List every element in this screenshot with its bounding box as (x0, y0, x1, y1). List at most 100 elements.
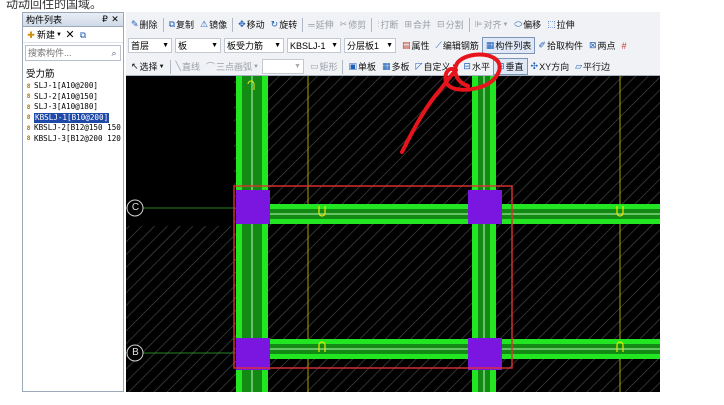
category-value: 板 (178, 41, 188, 51)
arc-button[interactable]: ⌒ 三点画弧 ▼ (203, 58, 262, 75)
edit-rebar-button[interactable]: ⟋ 编辑钢筋 (433, 37, 482, 54)
stretch-button[interactable]: ⬚ 拉伸 (544, 16, 578, 33)
xy-direction-label: XY方向 (539, 62, 570, 72)
vertical-label: 垂直 (505, 62, 524, 72)
layer-select[interactable]: 分层板1 ▼ (344, 38, 396, 53)
pick-component-button[interactable]: ✐ 拾取构件 (535, 37, 586, 54)
type-value: 板受力筋 (227, 41, 264, 51)
line-button[interactable]: ╲ 直线 (173, 58, 203, 75)
pick-component-label: 拾取构件 (546, 41, 583, 51)
canvas-drawing (126, 76, 660, 392)
axis-label-b: B (132, 347, 139, 358)
move-button[interactable]: ✥ 移动 (235, 16, 268, 33)
list-item-label: KBSLJ-3[B12@200 120 (34, 133, 121, 143)
edit-rebar-label: 编辑钢筋 (442, 41, 479, 51)
grid-button[interactable]: # (619, 37, 630, 54)
category-select[interactable]: 板 ▼ (175, 38, 221, 53)
column[interactable] (468, 190, 502, 224)
select-label: 选择 (139, 62, 158, 72)
column[interactable] (236, 190, 270, 224)
custom-label: 自定义 (423, 62, 451, 72)
list-icon: ▦ (485, 40, 495, 50)
horizontal-label: 水平 (471, 62, 490, 72)
offset-button[interactable]: ⬭ 偏移 (511, 16, 544, 33)
rotate-button[interactable]: ↻ 旋转 (268, 16, 301, 33)
close-icon[interactable]: ✕ (110, 14, 120, 25)
column[interactable] (468, 338, 502, 370)
arc-mode-select[interactable]: ▼ (261, 59, 304, 74)
new-label: 新建 (37, 30, 56, 40)
divider (371, 17, 373, 32)
copy-icon[interactable]: ⧉ (78, 30, 88, 40)
delete-icon[interactable]: ✕ (65, 29, 75, 40)
chevron-down-icon: ▼ (451, 63, 458, 70)
break-button[interactable]: ⫶ 打断 (374, 16, 401, 33)
list-item[interactable]: 8 SLJ-2[A10@150] (25, 92, 123, 103)
component-list-button[interactable]: ▦ 构件列表 (481, 37, 536, 54)
divider (468, 17, 470, 32)
divider (169, 59, 171, 74)
multi-slab-button[interactable]: ▦ 多板 (379, 58, 413, 75)
list-item[interactable]: 8 KBSLJ-3[B12@200 120 (25, 134, 123, 145)
floor-select[interactable]: 首层 ▼ (128, 38, 172, 53)
parallel-button[interactable]: ▱ 平行边 (572, 58, 613, 75)
divider (162, 17, 164, 32)
list-item-label: SLJ-1[A10@200] (34, 81, 99, 90)
split-button[interactable]: ⊟ 分割 (434, 16, 467, 33)
vertical-button[interactable]: ⊞ 垂直 (492, 58, 528, 75)
multi-slab-label: 多板 (391, 62, 410, 72)
draw-toolbar: ↖ 选择 ▼ ╲ 直线 ⌒ 三点画弧 ▼ ▼ ▭ 矩形 ▣ 单板 ▦ 多板 ◸ 自定义 ▼ ⊟ 水平 … (126, 57, 660, 76)
copy-icon: ⧉ (168, 19, 175, 29)
delete-icon: ✎ (131, 19, 139, 29)
align-button[interactable]: ⊫ 对齐 ▼ (472, 16, 512, 33)
pin-icon[interactable]: ₽ (100, 14, 110, 25)
trim-label: 修剪 (348, 20, 367, 30)
chevron-down-icon: ▼ (294, 63, 301, 70)
drawing-canvas[interactable]: C B (126, 76, 660, 392)
delete-label: 删除 (139, 20, 158, 30)
xy-direction-button[interactable]: ✣ XY方向 (528, 58, 573, 75)
list-item-selected[interactable]: 8 KBSLJ-1[B10@200] (25, 112, 123, 123)
column[interactable] (236, 338, 270, 370)
copy-button[interactable]: ⧉ 复制 (166, 16, 197, 33)
properties-label: 属性 (411, 41, 430, 51)
search-input[interactable] (26, 46, 108, 60)
component-tree: 8 SLJ-1[A10@200] 8 SLJ-2[A10@150] 8 SLJ-3[A… (23, 81, 123, 144)
single-slab-button[interactable]: ▣ 单板 (345, 58, 379, 75)
search-icon[interactable]: ⌕ (108, 48, 120, 59)
rect-button[interactable]: ▭ 矩形 (307, 58, 341, 75)
merge-button[interactable]: ⊞ 合并 (401, 16, 434, 33)
list-item[interactable]: 8 KBSLJ-2[B12@150 150 (25, 123, 123, 134)
stretch-label: 拉伸 (556, 20, 575, 30)
split-label: 分割 (445, 20, 464, 30)
rebar-icon: ⟋ (435, 40, 442, 50)
extend-button[interactable]: ═ 延伸 (305, 16, 336, 33)
component-value: KBSLJ-1 (290, 40, 326, 51)
delete-button[interactable]: ✎ 删除 (128, 16, 161, 33)
list-item[interactable]: 8 SLJ-1[A10@200] (25, 81, 123, 92)
component-select[interactable]: KBSLJ-1 ▼ (287, 38, 341, 53)
two-points-button[interactable]: ⊠ 两点 (586, 37, 619, 54)
xy-icon: ✣ (530, 61, 539, 71)
properties-button[interactable]: ▤ 属性 (399, 37, 433, 54)
single-slab-icon: ▣ (348, 61, 357, 71)
properties-icon: ▤ (402, 40, 411, 50)
list-item[interactable]: 8 SLJ-3[A10@180] (25, 102, 123, 113)
new-icon: ✚ (27, 29, 35, 40)
extend-label: 延伸 (315, 20, 334, 30)
select-button[interactable]: ↖ 选择 ▼ (128, 58, 168, 75)
merge-label: 合并 (413, 20, 432, 30)
tree-root-label[interactable]: 受力筋 (23, 63, 123, 81)
mirror-icon: ⚠ (200, 19, 209, 29)
stretch-icon: ⬚ (547, 19, 556, 29)
horizontal-button[interactable]: ⊟ 水平 (460, 58, 493, 75)
edit-toolbar: ✎ 删除 ⧉ 复制 ⚠ 镜像 ✥ 移动 ↻ 旋转 ═ 延伸 ✂ 修剪 ⫶ 打断 ⊞ 合并 ⊟ 分割 … (126, 15, 660, 34)
mirror-label: 镜像 (209, 20, 228, 30)
new-button[interactable]: ✚ 新建 ▼ (26, 28, 62, 41)
type-select[interactable]: 板受力筋 ▼ (224, 38, 284, 53)
mirror-button[interactable]: ⚠ 镜像 (197, 16, 230, 33)
custom-button[interactable]: ◸ 自定义 ▼ (413, 58, 461, 75)
panel-title: 构件列表 (26, 15, 63, 25)
extend-icon: ═ (308, 19, 315, 30)
trim-button[interactable]: ✂ 修剪 (337, 16, 370, 33)
